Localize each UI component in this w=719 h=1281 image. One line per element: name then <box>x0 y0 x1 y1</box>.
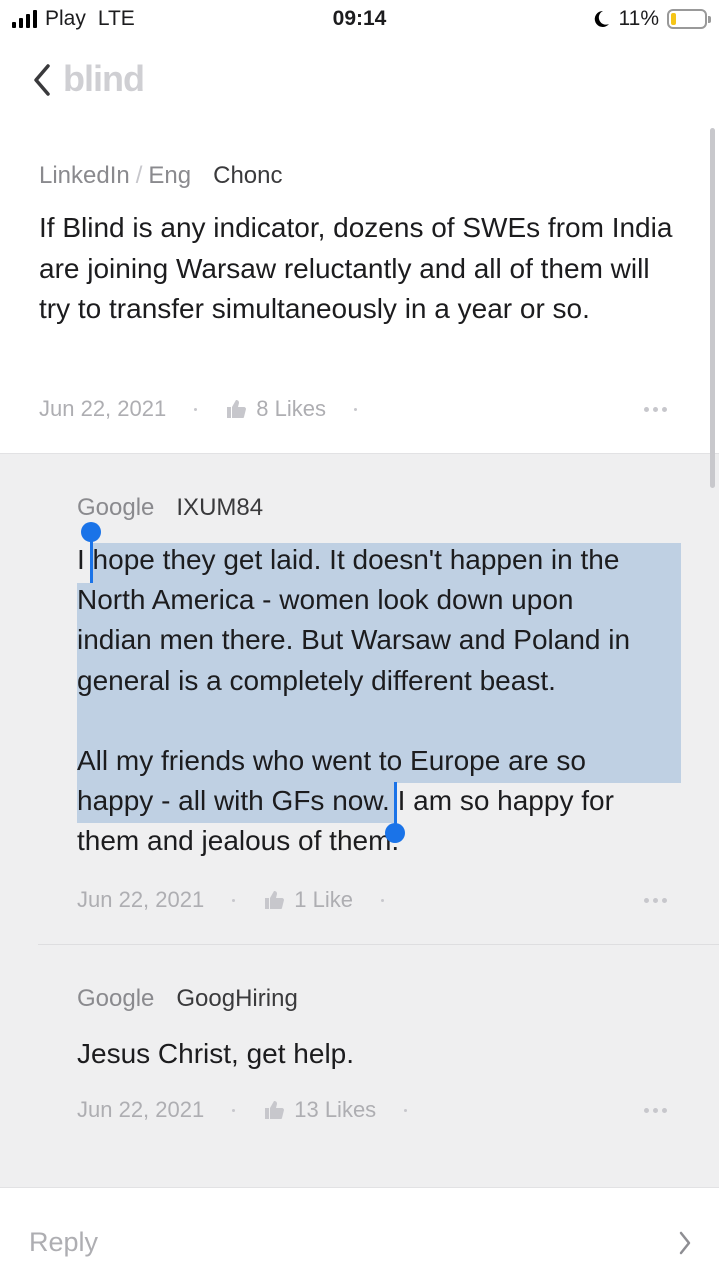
selection-end-handle[interactable] <box>385 823 405 843</box>
comment-line: I hope they get laid. It doesn't happen … <box>77 544 620 575</box>
more-options-icon[interactable] <box>644 407 667 412</box>
comment-footer: Jun 22, 2021 13 Likes <box>77 1097 435 1123</box>
chevron-left-icon[interactable] <box>28 60 58 100</box>
status-right: 11% <box>591 7 711 31</box>
battery-icon <box>667 9 711 29</box>
comment-body: Jesus Christ, get help. <box>77 1038 355 1069</box>
selection-end-caret <box>394 782 397 826</box>
comment-company[interactable]: Google <box>77 985 154 1013</box>
post: LinkedIn / Eng Chonc If Blind is any ind… <box>0 130 719 453</box>
comment-line: general is a completely different beast. <box>77 664 556 696</box>
comment-line: North America - women look down upon <box>77 584 574 616</box>
moon-icon <box>594 10 609 27</box>
comment-body: I hope they get laid. It doesn't happen … <box>77 540 697 862</box>
post-date: Jun 22, 2021 <box>39 396 167 421</box>
more-options-icon[interactable] <box>644 898 667 903</box>
post-department: Eng <box>148 162 192 189</box>
comment-meta: Google IXUM84 <box>77 494 263 522</box>
dot-separator <box>380 898 384 902</box>
post-separator: / <box>135 162 143 189</box>
comment-line-blank <box>77 701 697 741</box>
status-bar: Play LTE 09:14 11% <box>0 0 719 40</box>
comment: Google GoogHiring Jesus Christ, get help… <box>0 945 719 1188</box>
comment-likes[interactable]: 13 Likes <box>294 1097 376 1123</box>
post-company[interactable]: LinkedIn <box>39 162 130 190</box>
comment-line: happy - all with GFs now. I am so happy … <box>77 785 614 817</box>
dot-separator <box>194 407 198 411</box>
comment: Google IXUM84 I hope they get laid. It d… <box>0 454 719 944</box>
comment-company[interactable]: Google <box>77 494 154 522</box>
thumbs-up-icon[interactable] <box>263 889 285 911</box>
reply-bar[interactable]: Reply <box>0 1187 719 1281</box>
post-footer: Jun 22, 2021 8 Likes <box>39 396 385 422</box>
comment-likes[interactable]: 1 Like <box>294 887 353 913</box>
comment-footer: Jun 22, 2021 1 Like <box>77 887 412 913</box>
comment-meta: Google GoogHiring <box>77 985 298 1013</box>
dot-separator <box>232 898 236 902</box>
nav-bar: blind <box>0 50 719 110</box>
battery-percent: 11% <box>618 7 659 30</box>
scrollbar[interactable] <box>710 128 715 488</box>
post-meta: LinkedIn / Eng Chonc <box>39 162 283 190</box>
reply-input[interactable]: Reply <box>29 1227 98 1258</box>
app-logo: blind <box>63 58 145 99</box>
comment-line: indian men there. But Warsaw and Poland … <box>77 624 631 656</box>
dot-separator <box>232 1108 236 1112</box>
dot-separator <box>353 407 357 411</box>
dot-separator <box>404 1108 408 1112</box>
comment-date: Jun 22, 2021 <box>77 887 205 912</box>
comment-line: All my friends who went to Europe are so <box>77 745 586 777</box>
post-username[interactable]: Chonc <box>213 162 282 190</box>
thumbs-up-icon[interactable] <box>263 1099 285 1121</box>
comments-section: Google IXUM84 I hope they get laid. It d… <box>0 453 719 1188</box>
selection-start-caret <box>90 539 93 583</box>
comment-username[interactable]: GoogHiring <box>176 985 297 1013</box>
post-likes[interactable]: 8 Likes <box>256 396 326 422</box>
more-options-icon[interactable] <box>644 1108 667 1113</box>
chevron-right-icon[interactable] <box>677 1230 693 1256</box>
selection-start-handle[interactable] <box>81 522 101 542</box>
comment-date: Jun 22, 2021 <box>77 1097 205 1122</box>
post-body: If Blind is any indicator, dozens of SWE… <box>39 212 673 324</box>
thumbs-up-icon[interactable] <box>225 398 247 420</box>
comment-username[interactable]: IXUM84 <box>176 494 263 522</box>
